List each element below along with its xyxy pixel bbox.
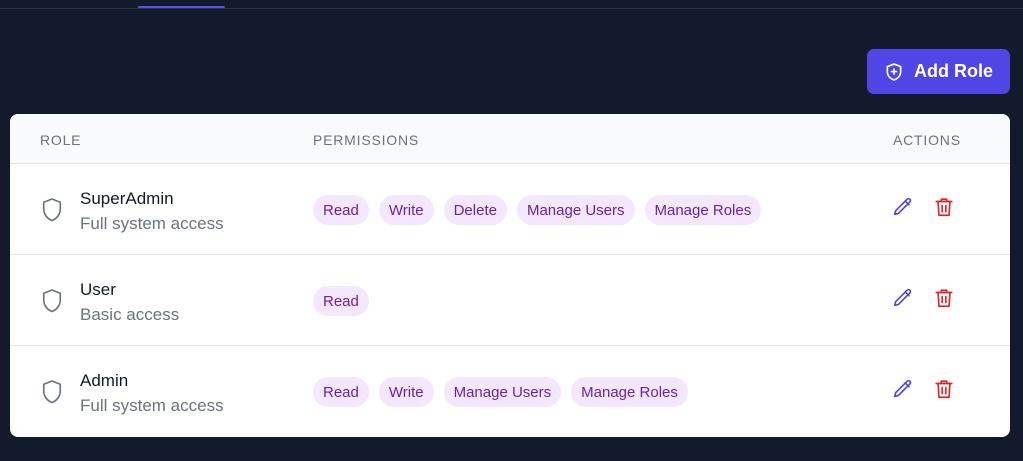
pencil-icon[interactable] [892, 378, 914, 405]
shield-icon [41, 379, 63, 410]
roles-page: Add Role ROLE PERMISSIONS ACTIONS SuperA… [0, 0, 1023, 461]
column-header-permissions: PERMISSIONS [313, 132, 420, 148]
permission-badge: Manage Roles [571, 377, 688, 407]
active-tab-indicator [138, 6, 225, 8]
pencil-icon[interactable] [892, 287, 914, 314]
permission-badge: Read [313, 286, 369, 316]
table-body: SuperAdmin Full system access Read Write Del… [10, 164, 1010, 437]
add-role-button[interactable]: Add Role [867, 49, 1010, 94]
shield-icon [41, 288, 63, 319]
pencil-icon[interactable] [892, 196, 914, 223]
table-row: SuperAdmin Full system access Read Write Del… [10, 164, 1010, 255]
permission-badge: Read [313, 195, 369, 225]
permission-badge: Write [378, 377, 434, 407]
trash-icon[interactable] [933, 196, 955, 223]
table-row: User Basic access Read [10, 255, 1010, 346]
add-role-label: Add Role [914, 61, 993, 81]
table-row: Admin Full system access Read Write Manage U… [10, 346, 1010, 437]
permission-badge: Read [313, 377, 369, 407]
permission-badge: Manage Users [516, 195, 635, 225]
permission-list: Read Write Delete Manage Users Manage Roles [313, 195, 762, 225]
permission-list: Read [313, 286, 369, 316]
table-header: ROLE PERMISSIONS ACTIONS [10, 114, 1010, 164]
role-description: Basic access [80, 305, 180, 324]
role-name: Admin [80, 371, 129, 390]
permission-badge: Manage Users [443, 377, 562, 407]
shield-icon [41, 197, 63, 228]
permission-badge: Write [378, 195, 434, 225]
trash-icon[interactable] [933, 378, 955, 405]
role-name: User [80, 280, 116, 299]
role-description: Full system access [80, 396, 224, 415]
permission-badge: Manage Roles [644, 195, 762, 225]
shield-plus-icon [884, 62, 904, 82]
permission-badge: Delete [443, 195, 507, 225]
permission-list: Read Write Manage Users Manage Roles [313, 377, 688, 407]
trash-icon[interactable] [933, 287, 955, 314]
column-header-actions: ACTIONS [893, 132, 961, 148]
column-header-role: ROLE [40, 132, 82, 148]
tab-bar [0, 0, 1023, 9]
role-description: Full system access [80, 214, 224, 233]
roles-table: ROLE PERMISSIONS ACTIONS SuperAdmin Full … [10, 114, 1010, 437]
role-name: SuperAdmin [80, 189, 174, 208]
